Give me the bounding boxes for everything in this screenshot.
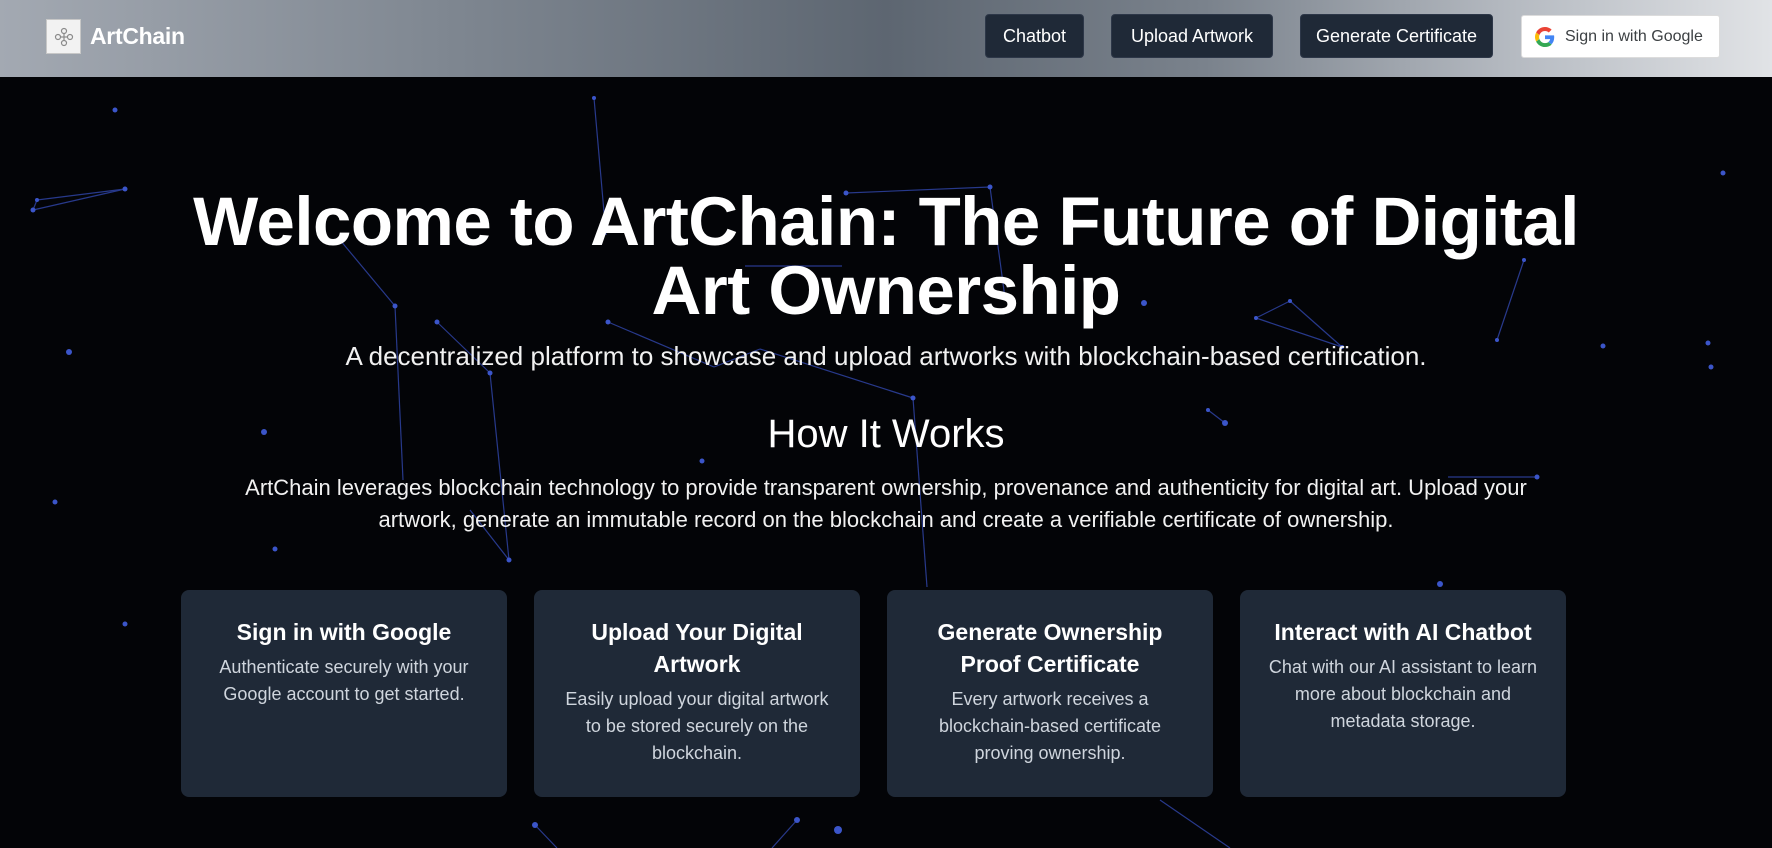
google-signin-button[interactable]: Sign in with Google <box>1521 15 1720 58</box>
feature-card-description: Chat with our AI assistant to learn more… <box>1268 657 1538 731</box>
generate-certificate-button[interactable]: Generate Certificate <box>1300 14 1493 58</box>
how-it-works-heading: How It Works <box>767 412 1005 456</box>
page-title: Welcome to ArtChain: The Future of Digit… <box>193 183 1579 329</box>
artchain-logo-icon <box>46 19 81 54</box>
feature-card-title: Sign in with Google <box>236 619 452 645</box>
top-navbar: ArtChain Chatbot Upload Artwork Generate… <box>0 0 1772 77</box>
hero-subtitle: A decentralized platform to showcase and… <box>345 341 1427 371</box>
feature-card-chatbot: Interact with AI Chatbot Chat with our A… <box>1240 590 1566 797</box>
feature-card-description: Every artwork receives a blockchain-base… <box>938 689 1162 763</box>
feature-card-description: Authenticate securely with your Google a… <box>219 657 469 704</box>
brand-name: ArtChain <box>90 23 185 49</box>
brand[interactable]: ArtChain <box>46 18 185 55</box>
feature-card-title: Interact with AI Chatbot <box>1274 619 1532 645</box>
how-it-works-text: ArtChain leverages blockchain technology… <box>245 475 1527 532</box>
upload-artwork-button[interactable]: Upload Artwork <box>1111 14 1273 58</box>
chatbot-button[interactable]: Chatbot <box>985 14 1084 58</box>
feature-card-google-signin: Sign in with Google Authenticate securel… <box>181 590 507 797</box>
feature-card-title: Generate Ownership Proof Certificate <box>937 619 1163 677</box>
feature-card-upload: Upload Your Digital Artwork Easily uploa… <box>534 590 860 797</box>
feature-card-title: Upload Your Digital Artwork <box>591 619 803 677</box>
feature-card-description: Easily upload your digital artwork to be… <box>565 689 829 763</box>
feature-card-certificate: Generate Ownership Proof Certificate Eve… <box>887 590 1213 797</box>
google-g-icon <box>1535 26 1555 47</box>
google-signin-label: Sign in with Google <box>1565 27 1703 45</box>
